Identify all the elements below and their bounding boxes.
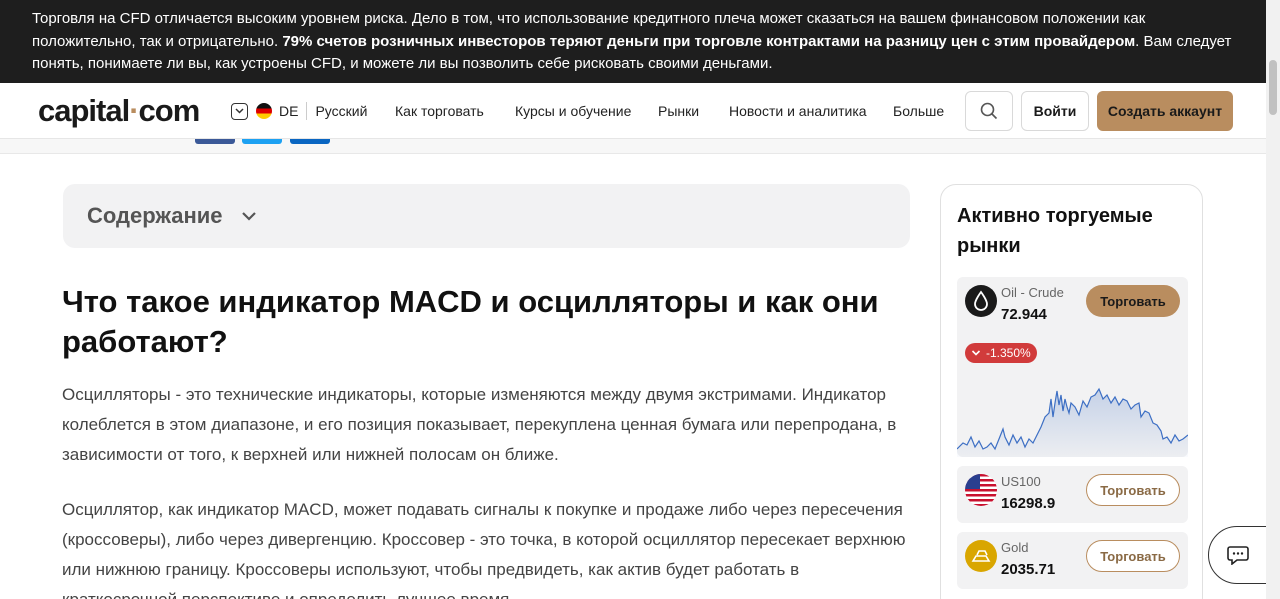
market-name: Oil - Crude	[1001, 285, 1064, 300]
nav-more[interactable]: Больше	[893, 103, 944, 119]
germany-flag-icon	[256, 103, 272, 119]
trade-button[interactable]: Торговать	[1086, 474, 1180, 506]
language-selector[interactable]: DE Русский	[231, 102, 367, 120]
share-strip	[0, 139, 1266, 154]
site-header: capital·com DE Русский Как торговать Кур…	[0, 83, 1266, 139]
popular-markets-title: Активно торгуемые рынки	[957, 205, 1153, 257]
search-icon	[980, 102, 998, 120]
arrow-down-icon	[971, 350, 981, 356]
price-change: -1.350%	[986, 346, 1031, 360]
chat-icon	[1227, 546, 1249, 565]
facebook-share-button[interactable]	[195, 139, 235, 144]
chevron-down-icon	[241, 212, 256, 221]
table-of-contents-toggle[interactable]: Содержание	[63, 184, 910, 248]
linkedin-share-button[interactable]	[290, 139, 330, 144]
trade-button[interactable]: Торговать	[1086, 285, 1180, 317]
trade-button[interactable]: Торговать	[1086, 540, 1180, 572]
market-name: US100	[1001, 474, 1041, 489]
language-divider	[306, 102, 308, 120]
capital-com-logo[interactable]: capital·com	[38, 93, 201, 129]
scrollbar-thumb[interactable]	[1269, 60, 1277, 115]
toc-label: Содержание	[87, 203, 223, 228]
chevron-down-icon	[231, 102, 248, 120]
risk-text-bold: 79% счетов розничных инвесторов теряют д…	[282, 32, 1136, 50]
nav-how-to-trade[interactable]: Как торговать	[395, 103, 484, 119]
nav-courses[interactable]: Курсы и обучение	[515, 103, 631, 119]
search-button[interactable]	[965, 91, 1013, 131]
risk-warning-banner: Торговля на CFD отличается высоким уровн…	[0, 0, 1266, 83]
create-account-button[interactable]: Создать аккаунт	[1097, 91, 1233, 131]
price-sparkline-chart	[957, 387, 1188, 457]
market-name: Gold	[1001, 540, 1029, 555]
language-label: Русский	[315, 103, 368, 119]
nav-markets[interactable]: Рынки	[658, 103, 699, 119]
us-flag-icon	[965, 474, 997, 506]
oil-drop-icon	[965, 285, 997, 317]
market-card-oil[interactable]: Oil - Crude 72.944 Торговать -1.350%	[957, 277, 1188, 457]
price-change-badge: -1.350%	[965, 343, 1037, 363]
market-price: 2035.71	[1001, 561, 1056, 578]
article-paragraph: Осциллятор, как индикатор MACD, может по…	[62, 500, 906, 599]
article-paragraph: Осцилляторы - это технические индикаторы…	[62, 385, 897, 464]
twitter-share-button[interactable]	[242, 139, 282, 144]
country-code: DE	[279, 103, 299, 119]
market-price: 72.944	[1001, 306, 1047, 323]
logo-text-right: com	[138, 93, 201, 128]
login-button[interactable]: Войти	[1021, 91, 1089, 131]
market-card-gold[interactable]: Gold 2035.71 Торговать	[957, 532, 1188, 589]
market-price: 16298.9	[1001, 495, 1056, 512]
popular-markets-card: Активно торгуемые рынки Oil - Crude 72.9…	[940, 184, 1203, 599]
chat-widget-button[interactable]	[1208, 526, 1268, 584]
logo-dot: ·	[129, 93, 139, 128]
nav-news-analysis[interactable]: Новости и аналитика	[729, 103, 867, 119]
logo-text-left: capital	[38, 93, 130, 128]
gold-bars-icon	[965, 540, 997, 572]
article-title: Что такое индикатор MACD и осцилляторы и…	[62, 284, 879, 359]
market-card-us100[interactable]: US100 16298.9 Торговать	[957, 466, 1188, 523]
page-scrollbar[interactable]	[1266, 0, 1280, 599]
